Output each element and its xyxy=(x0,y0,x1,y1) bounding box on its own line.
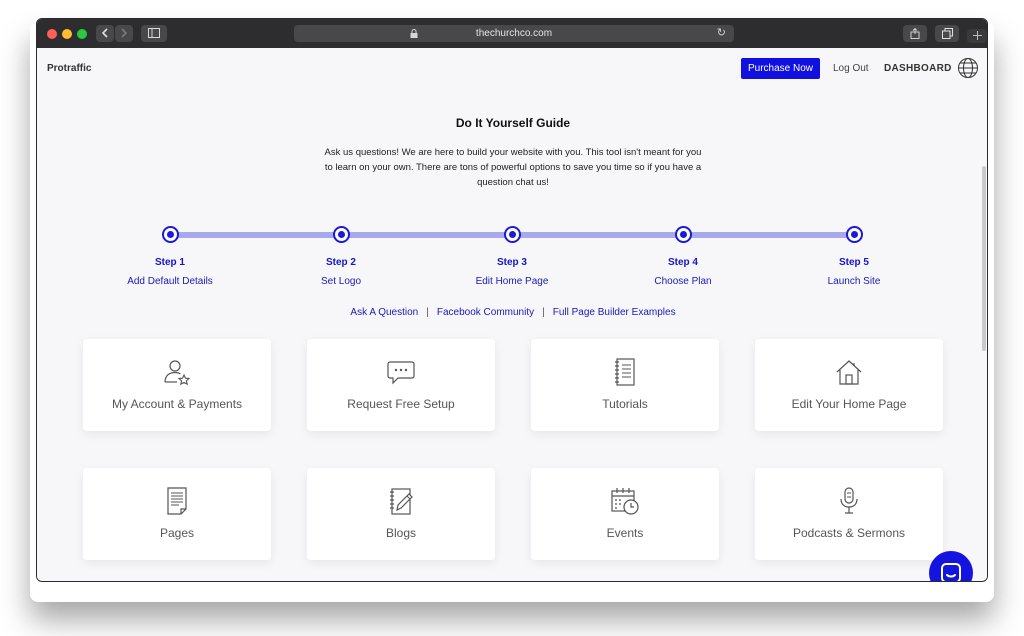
guide-description: Ask us questions! We are here to build y… xyxy=(324,147,702,188)
page-icon xyxy=(167,487,187,515)
globe-icon[interactable] xyxy=(957,57,979,79)
zoom-window-button[interactable] xyxy=(77,29,87,39)
browser-toolbar: thechurchco.com ↻ xyxy=(37,19,987,48)
card-label: Events xyxy=(606,526,644,540)
close-window-button[interactable] xyxy=(47,29,57,39)
link-separator: | xyxy=(542,307,545,318)
facebook-community-link[interactable]: Facebook Community xyxy=(437,307,534,318)
new-tab-button[interactable] xyxy=(967,29,987,43)
reload-icon[interactable]: ↻ xyxy=(717,27,726,40)
page-content: Protraffic Purchase Now Log Out DASHBOAR… xyxy=(37,48,987,581)
step-5-title[interactable]: Step 5 xyxy=(794,257,914,268)
card-label: Request Free Setup xyxy=(347,397,455,411)
share-button[interactable] xyxy=(903,25,927,42)
plus-icon xyxy=(972,31,982,40)
chevron-right-icon xyxy=(121,28,128,38)
card-label: Edit Your Home Page xyxy=(791,397,907,411)
card-pages[interactable]: Pages xyxy=(83,468,271,560)
card-my-account-payments[interactable]: My Account & Payments xyxy=(83,339,271,431)
card-edit-home-page[interactable]: Edit Your Home Page xyxy=(755,339,943,431)
step-1-title[interactable]: Step 1 xyxy=(110,257,230,268)
screenshot-stage: thechurchco.com ↻ Protraffic Purchase No… xyxy=(0,0,1024,636)
microphone-icon xyxy=(840,487,858,514)
home-icon xyxy=(836,360,862,385)
card-events[interactable]: Events xyxy=(531,468,719,560)
step-2-marker[interactable] xyxy=(333,226,350,243)
address-bar[interactable]: thechurchco.com ↻ xyxy=(294,25,734,42)
pencil-notebook-icon xyxy=(390,488,413,515)
guide-title: Do It Yourself Guide xyxy=(455,116,571,130)
step-2-label[interactable]: Set Logo xyxy=(281,276,401,287)
vertical-scrollbar[interactable] xyxy=(982,166,986,351)
step-3-marker[interactable] xyxy=(504,226,521,243)
chat-icon xyxy=(941,563,961,581)
step-3-title[interactable]: Step 3 xyxy=(452,257,572,268)
user-star-icon xyxy=(164,360,191,386)
step-5-label[interactable]: Launch Site xyxy=(794,276,914,287)
card-label: My Account & Payments xyxy=(111,397,243,411)
card-podcasts-sermons[interactable]: Podcasts & Sermons xyxy=(755,468,943,560)
minimize-window-button[interactable] xyxy=(62,29,72,39)
step-2-title[interactable]: Step 2 xyxy=(281,257,401,268)
tabs-overview-button[interactable] xyxy=(935,25,959,42)
page-builder-examples-link[interactable]: Full Page Builder Examples xyxy=(553,307,676,318)
back-button[interactable] xyxy=(96,25,114,42)
card-request-free-setup[interactable]: Request Free Setup xyxy=(307,339,495,431)
link-separator: | xyxy=(426,307,429,318)
chat-bubble-icon xyxy=(387,361,415,385)
ask-a-question-link[interactable]: Ask A Question xyxy=(350,307,418,318)
card-label: Tutorials xyxy=(602,397,648,411)
tabs-icon xyxy=(941,28,953,39)
sidebar-icon xyxy=(148,28,160,38)
step-4-label[interactable]: Choose Plan xyxy=(623,276,743,287)
card-label: Podcasts & Sermons xyxy=(792,526,906,540)
calendar-clock-icon xyxy=(611,488,639,515)
share-icon xyxy=(910,27,920,39)
browser-window: thechurchco.com ↻ Protraffic Purchase No… xyxy=(36,18,988,582)
card-blogs[interactable]: Blogs xyxy=(307,468,495,560)
url-text: thechurchco.com xyxy=(475,28,553,39)
step-3-label[interactable]: Edit Home Page xyxy=(452,276,572,287)
dashboard-link[interactable]: DASHBOARD xyxy=(884,63,952,74)
chevron-left-icon xyxy=(101,28,108,38)
card-label: Pages xyxy=(159,526,195,540)
log-out-link[interactable]: Log Out xyxy=(833,63,869,74)
chat-launcher-button[interactable] xyxy=(929,551,973,581)
help-links: Ask A Question | Facebook Community | Full P… xyxy=(37,307,987,318)
brand-name[interactable]: Protraffic xyxy=(47,63,91,74)
purchase-now-button[interactable]: Purchase Now xyxy=(741,58,820,79)
step-4-marker[interactable] xyxy=(675,226,692,243)
step-4-title[interactable]: Step 4 xyxy=(623,257,743,268)
notebook-icon xyxy=(615,358,635,386)
forward-button[interactable] xyxy=(115,25,133,42)
card-label: Blogs xyxy=(385,526,417,540)
step-1-marker[interactable] xyxy=(162,226,179,243)
step-1-label[interactable]: Add Default Details xyxy=(110,276,230,287)
sidebar-toggle-button[interactable] xyxy=(141,25,167,42)
step-5-marker[interactable] xyxy=(846,226,863,243)
card-tutorials[interactable]: Tutorials xyxy=(531,339,719,431)
